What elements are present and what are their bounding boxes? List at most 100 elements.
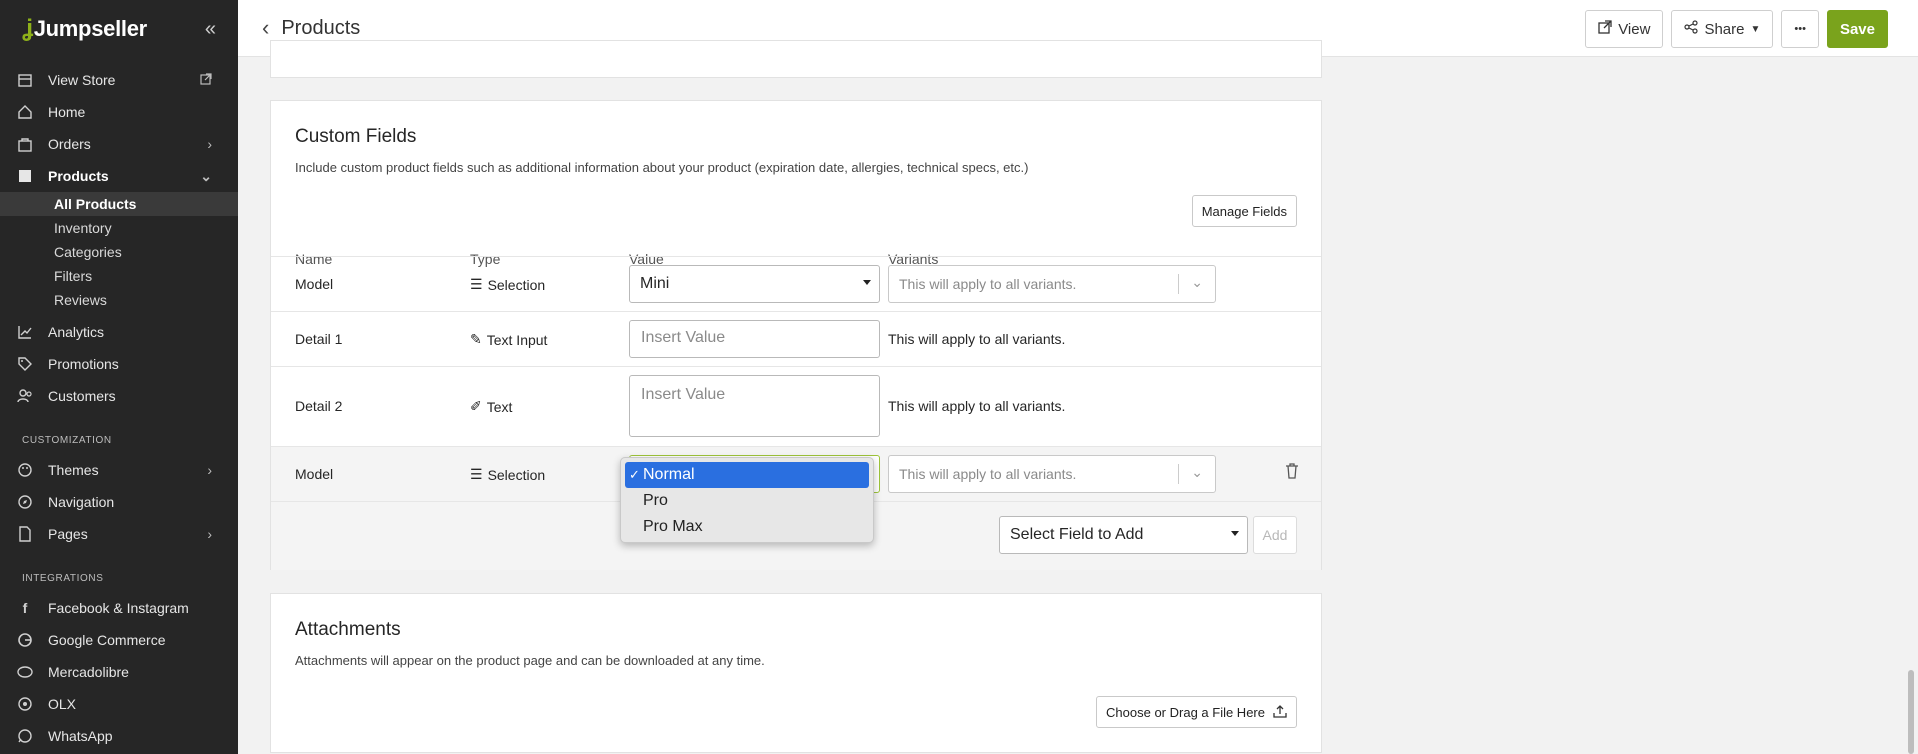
caret-down-icon: ▼ [1750, 23, 1761, 35]
sidebar-subitem-categories[interactable]: Categories [0, 240, 238, 264]
olx-icon [16, 695, 34, 713]
sidebar-item-whatsapp[interactable]: WhatsApp [0, 720, 238, 752]
field-type-label: Selection [487, 276, 546, 293]
field-name: Model [295, 276, 334, 292]
edit-box-icon: ✐ [470, 398, 482, 414]
section-label-customization: CUSTOMIZATION [22, 434, 112, 446]
pencil-icon: ✎ [470, 331, 482, 347]
variants-select[interactable]: This will apply to all variants. ⌄ [888, 265, 1216, 303]
sidebar-item-label: Mercadolibre [48, 664, 129, 680]
collapse-sidebar-icon[interactable]: « [205, 18, 216, 41]
sidebar-item-products[interactable]: Products ⌄ [0, 160, 238, 192]
view-button[interactable]: View [1585, 10, 1664, 48]
more-button[interactable]: ••• [1781, 10, 1819, 48]
sidebar-item-customers[interactable]: Customers [0, 380, 238, 412]
detail1-input[interactable]: Insert Value [629, 320, 880, 358]
attachments-title: Attachments [295, 619, 401, 640]
external-link-icon [1598, 20, 1612, 38]
more-icon: ••• [1794, 23, 1806, 35]
detail2-textarea[interactable]: Insert Value [629, 375, 880, 437]
sidebar-item-orders[interactable]: Orders › [0, 128, 238, 160]
sidebar-item-google-commerce[interactable]: Google Commerce [0, 624, 238, 656]
brand-logo[interactable]: ʝ Jumpseller [22, 15, 147, 43]
sidebar-item-olx[interactable]: OLX [0, 688, 238, 720]
sidebar-item-pages[interactable]: Pages › [0, 518, 238, 550]
chevron-down-icon: ⌄ [1191, 274, 1203, 290]
sidebar: ʝ Jumpseller « View Store Home Orders › P… [0, 0, 238, 754]
chevron-down-icon: ⌄ [200, 167, 212, 184]
field-type: ☰ Selection [470, 466, 545, 483]
sidebar-subitem-all-products[interactable]: All Products [0, 192, 238, 216]
table-row: Detail 1 ✎ Text Input Insert Value This … [271, 311, 1321, 366]
sidebar-item-label: Products [48, 168, 109, 184]
upload-label: Choose or Drag a File Here [1106, 704, 1265, 720]
value-select[interactable]: Mini [629, 265, 880, 303]
share-icon [1684, 20, 1699, 38]
sidebar-subitem-inventory[interactable]: Inventory [0, 216, 238, 240]
field-type: ✎ Text Input [470, 331, 547, 348]
share-label: Share [1704, 20, 1745, 38]
dropdown-option-pro-max[interactable]: Pro Max [625, 514, 869, 540]
sidebar-item-navigation[interactable]: Navigation [0, 486, 238, 518]
chart-icon [16, 323, 34, 341]
option-label: Normal [643, 466, 695, 483]
top-actions: View Share ▼ ••• Save [1585, 10, 1888, 48]
scrollbar[interactable] [1908, 670, 1914, 754]
attachments-description: Attachments will appear on the product p… [295, 653, 765, 668]
handshake-icon [16, 663, 34, 681]
external-link-icon [200, 72, 212, 88]
select-divider [1178, 464, 1179, 484]
custom-fields-title: Custom Fields [295, 126, 417, 147]
select-field-text: Select Field to Add [1010, 526, 1144, 543]
sidebar-item-label: Home [48, 104, 86, 120]
field-type-label: Selection [487, 466, 546, 483]
share-button[interactable]: Share ▼ [1671, 10, 1774, 48]
back-chevron-icon[interactable]: ‹ [262, 15, 269, 41]
value-select-text: Mini [640, 275, 670, 292]
compass-icon [16, 493, 34, 511]
save-label: Save [1839, 20, 1875, 38]
sidebar-subitem-filters[interactable]: Filters [0, 264, 238, 288]
select-field-to-add[interactable]: Select Field to Add [999, 516, 1248, 554]
list-icon: ☰ [470, 466, 483, 482]
sidebar-subitem-reviews[interactable]: Reviews [0, 288, 238, 312]
sidebar-item-home[interactable]: Home [0, 96, 238, 128]
save-button[interactable]: Save [1826, 10, 1888, 48]
sidebar-item-label: Pages [48, 526, 88, 542]
caret-down-icon [863, 280, 871, 285]
facebook-icon: f [22, 600, 28, 616]
sidebar-item-label: Customers [48, 388, 116, 404]
value-dropdown-menu: ✓ Normal Pro Pro Max [620, 457, 874, 543]
list-icon: ☰ [470, 276, 483, 292]
previous-card [270, 40, 1322, 78]
sidebar-item-mercadolibre[interactable]: Mercadolibre [0, 656, 238, 688]
upload-file-button[interactable]: Choose or Drag a File Here [1096, 696, 1297, 728]
users-icon [16, 387, 34, 405]
sidebar-item-label: Analytics [48, 324, 105, 340]
dropdown-option-normal[interactable]: ✓ Normal [625, 462, 869, 488]
trash-icon[interactable] [1285, 463, 1299, 482]
sidebar-item-label: Navigation [48, 494, 115, 510]
chevron-right-icon: › [207, 136, 212, 152]
sidebar-item-analytics[interactable]: Analytics [0, 316, 238, 348]
sidebar-item-view-store[interactable]: View Store [0, 64, 238, 96]
table-row: Detail 2 ✐ Text Insert Value This will a… [271, 366, 1321, 446]
manage-fields-button[interactable]: Manage Fields [1191, 195, 1297, 227]
whatsapp-icon [16, 727, 34, 745]
attachments-card: Attachments Attachments will appear on t… [270, 593, 1322, 753]
file-icon [16, 525, 34, 543]
add-field-button[interactable]: Add [1253, 516, 1297, 554]
store-icon [16, 71, 34, 89]
upload-icon [1273, 704, 1287, 721]
sidebar-item-label: Google Commerce [48, 632, 166, 648]
variants-select[interactable]: This will apply to all variants. ⌄ [888, 455, 1216, 493]
sidebar-item-facebook-instagram[interactable]: f Facebook & Instagram [0, 592, 238, 624]
box-icon [16, 167, 34, 185]
sidebar-item-label: Promotions [48, 356, 119, 372]
sidebar-item-themes[interactable]: Themes › [0, 454, 238, 486]
chevron-right-icon: › [207, 526, 212, 542]
sidebar-item-label: Facebook & Instagram [48, 600, 189, 616]
variants-select-text: This will apply to all variants. [899, 276, 1077, 292]
dropdown-option-pro[interactable]: Pro [625, 488, 869, 514]
sidebar-item-promotions[interactable]: Promotions [0, 348, 238, 380]
